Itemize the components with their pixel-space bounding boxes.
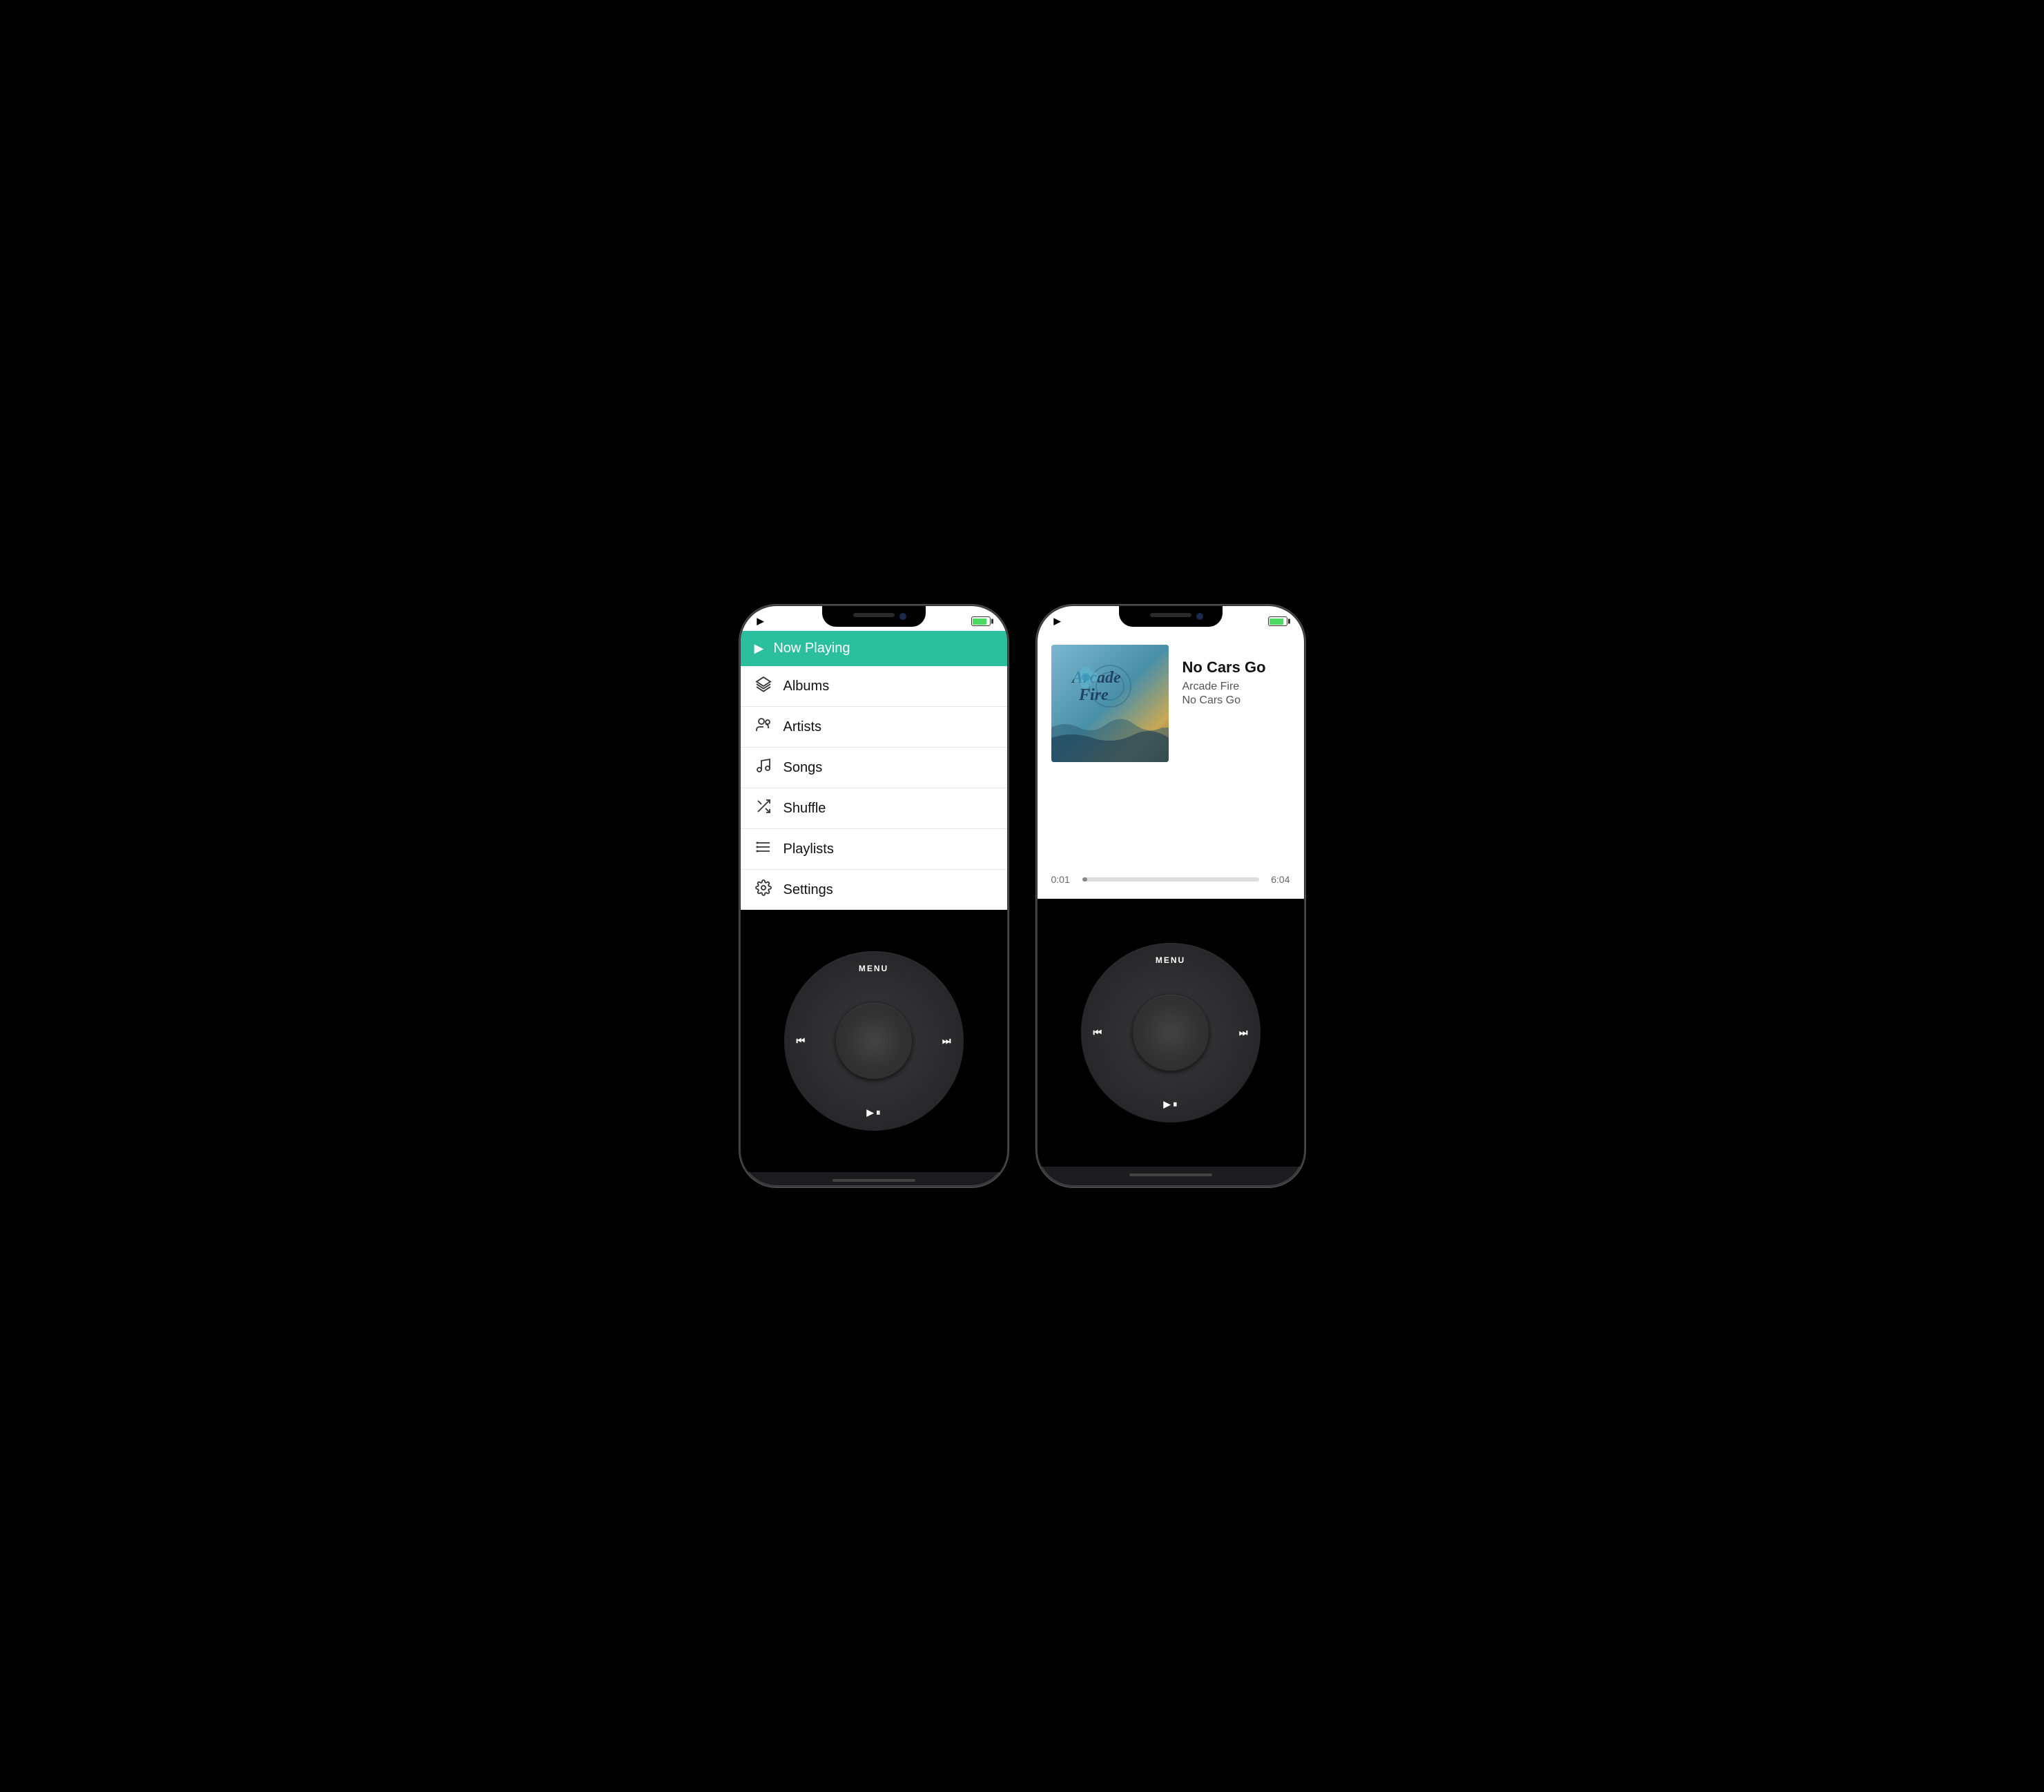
songs-label: Songs [783, 760, 823, 776]
play-indicator-right: ▶ [1054, 616, 1061, 627]
wheel-prev-right[interactable]: ⏮ [1093, 1027, 1102, 1039]
albums-label: Albums [783, 679, 830, 694]
menu-screen: ▶ Now Playing Albums [741, 631, 1007, 910]
notch-left [822, 606, 926, 627]
now-playing-screen: Arcade Fire [1038, 631, 1304, 899]
track-album: No Cars Go [1182, 694, 1266, 707]
center-button-left[interactable] [836, 1003, 912, 1079]
track-info: No Cars Go Arcade Fire No Cars Go [1182, 645, 1266, 707]
home-bar-left [833, 1179, 915, 1182]
now-playing-icon: ▶ [755, 641, 764, 656]
click-wheel-right[interactable]: MENU ⏮ ⏭ ▶ ⏸ [1081, 943, 1261, 1122]
wheel-playpause-right[interactable]: ▶ ⏸ [1163, 1099, 1177, 1110]
menu-item-shuffle[interactable]: Shuffle [741, 788, 1007, 829]
controls-area-right: MENU ⏮ ⏭ ▶ ⏸ [1038, 899, 1304, 1167]
side-button-right-left[interactable] [1036, 730, 1038, 765]
side-button-right[interactable] [1007, 744, 1009, 792]
album-art: Arcade Fire [1051, 645, 1169, 762]
wheel-menu-label-left[interactable]: MENU [859, 964, 888, 973]
playlists-icon [755, 839, 772, 859]
side-button-left[interactable] [739, 730, 741, 765]
controls-area-left: MENU ⏮ ⏭ ▶ ⏸ [741, 910, 1007, 1172]
speaker-left [853, 613, 895, 617]
battery-icon-right [1268, 616, 1287, 626]
wheel-next-left[interactable]: ⏭ [942, 1035, 951, 1047]
menu-item-artists[interactable]: Artists [741, 707, 1007, 748]
screen-left: ▶ 08:12 ▶ Now Playing [741, 606, 1007, 1187]
progress-section: 0:01 6:04 [1051, 874, 1290, 885]
camera-right [1196, 613, 1203, 620]
total-time: 6:04 [1266, 874, 1290, 885]
now-playing-label: Now Playing [773, 641, 850, 656]
menu-item-settings[interactable]: Settings [741, 870, 1007, 910]
settings-label: Settings [783, 882, 833, 898]
phone-right: ▶ 08:12 [1036, 605, 1305, 1187]
home-bar-right [1129, 1173, 1212, 1176]
progress-bar[interactable] [1082, 877, 1259, 882]
battery-area-left [971, 616, 991, 626]
track-title: No Cars Go [1182, 659, 1266, 676]
playlists-label: Playlists [783, 841, 834, 857]
wheel-prev-left[interactable]: ⏮ [797, 1035, 806, 1047]
artists-label: Artists [783, 719, 822, 735]
battery-fill-left [973, 619, 986, 625]
shuffle-label: Shuffle [783, 801, 826, 817]
artists-icon [755, 717, 772, 737]
track-artist: Arcade Fire [1182, 681, 1266, 693]
wheel-playpause-left[interactable]: ▶ ⏸ [866, 1107, 880, 1118]
settings-icon [755, 879, 772, 900]
wheel-menu-label-right[interactable]: MENU [1156, 955, 1185, 965]
battery-area-right [1268, 616, 1287, 626]
songs-icon [755, 757, 772, 778]
menu-item-albums[interactable]: Albums [741, 666, 1007, 707]
camera-left [899, 613, 906, 620]
battery-icon-left [971, 616, 991, 626]
click-wheel-left[interactable]: MENU ⏮ ⏭ ▶ ⏸ [784, 951, 964, 1131]
center-button-right[interactable] [1133, 995, 1209, 1071]
side-button-right-right[interactable] [1304, 744, 1305, 792]
wheel-next-right[interactable]: ⏭ [1239, 1027, 1248, 1039]
phone-left: ▶ 08:12 ▶ Now Playing [739, 605, 1009, 1187]
albums-icon [755, 676, 772, 697]
current-time: 0:01 [1051, 874, 1075, 885]
notch-right [1119, 606, 1223, 627]
album-art-row: Arcade Fire [1051, 645, 1290, 762]
speaker-right [1150, 613, 1191, 617]
svg-text:Fire: Fire [1078, 686, 1109, 704]
screen-right: ▶ 08:12 [1038, 606, 1304, 1186]
shuffle-icon [755, 798, 772, 819]
menu-item-now-playing[interactable]: ▶ Now Playing [741, 631, 1007, 666]
progress-fill [1082, 877, 1088, 882]
album-art-inner: Arcade Fire [1051, 645, 1169, 762]
menu-item-songs[interactable]: Songs [741, 748, 1007, 788]
battery-fill-right [1269, 619, 1283, 625]
play-indicator-left: ▶ [757, 616, 764, 627]
menu-item-playlists[interactable]: Playlists [741, 829, 1007, 870]
